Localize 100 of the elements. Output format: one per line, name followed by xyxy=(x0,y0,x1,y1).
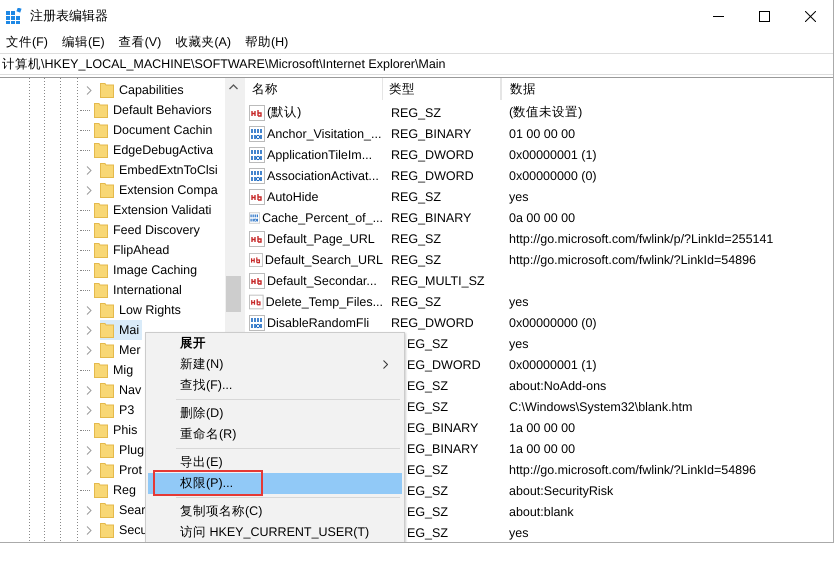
folder-icon xyxy=(100,322,114,338)
value-type: REG_SZ xyxy=(391,106,442,120)
value-name[interactable]: Default_Page_URL xyxy=(267,232,375,246)
value-name[interactable]: Default_Search_URL xyxy=(264,252,383,266)
tree-item[interactable]: Plug xyxy=(100,440,148,460)
tree-item[interactable]: EdgeDebugActiva xyxy=(94,140,216,160)
context-menu-item[interactable]: 导出(E) xyxy=(148,452,402,473)
context-menu-item[interactable]: 访问 HKEY_CURRENT_USER(T) xyxy=(148,522,402,542)
value-type: REG_SZ xyxy=(391,232,442,246)
close-icon xyxy=(804,10,816,22)
tree-item[interactable]: Default Behaviors xyxy=(94,100,215,120)
tree-item[interactable]: P3 xyxy=(100,400,138,420)
folder-icon xyxy=(94,282,108,298)
value-type: EG_BINARY xyxy=(407,442,478,456)
tree-item[interactable]: International xyxy=(94,280,185,300)
menu-item[interactable]: 收藏夹(A) xyxy=(175,34,231,50)
value-name[interactable]: (默认) xyxy=(267,104,302,121)
folder-icon xyxy=(100,302,114,318)
tree-item[interactable]: Extension Validati xyxy=(94,200,214,220)
folder-icon xyxy=(100,82,114,98)
folder-icon xyxy=(94,242,108,258)
value-type: REG_DWORD xyxy=(391,316,474,330)
tree-item[interactable]: Low Rights xyxy=(100,300,184,320)
scroll-thumb[interactable] xyxy=(226,276,241,312)
tree-item[interactable]: Reg xyxy=(94,480,139,500)
context-menu-item[interactable]: 重命名(R) xyxy=(148,424,402,445)
value-type: EG_SZ xyxy=(407,484,448,498)
scroll-up-icon[interactable] xyxy=(229,84,238,90)
tree-item[interactable]: Prot xyxy=(100,460,145,480)
menu-item[interactable]: 查看(V) xyxy=(118,34,162,50)
value-type: EG_SZ xyxy=(407,400,448,414)
folder-icon xyxy=(100,522,114,538)
value-data: about:NoAdd-ons xyxy=(509,378,606,392)
folder-icon xyxy=(94,202,108,218)
binary-value-icon xyxy=(249,126,265,142)
tree-item[interactable]: Image Caching xyxy=(94,260,200,280)
value-type: EG_SZ xyxy=(407,526,448,540)
tree-item[interactable]: Mig xyxy=(94,360,136,380)
value-name[interactable]: AssociationActivat... xyxy=(267,168,379,182)
value-type: EG_SZ xyxy=(407,378,448,392)
registry-icon xyxy=(6,8,22,24)
tree-item[interactable]: EmbedExtnToClsi xyxy=(100,160,221,180)
value-data: 0x00000000 (0) xyxy=(509,316,597,330)
maximize-icon xyxy=(758,10,770,22)
folder-icon xyxy=(94,122,108,138)
tree-item[interactable]: FlipAhead xyxy=(94,240,172,260)
value-name[interactable]: AutoHide xyxy=(267,190,318,204)
context-menu-item[interactable]: 复制项名称(C) xyxy=(148,501,402,522)
value-data: 0x00000001 (1) xyxy=(509,148,597,162)
context-menu-item[interactable]: 删除(D) xyxy=(148,403,402,424)
tree-item[interactable]: Nav xyxy=(100,380,144,400)
value-type: REG_BINARY xyxy=(391,210,472,224)
value-data: 0a 00 00 00 xyxy=(509,210,576,224)
value-name[interactable]: Cache_Percent_of_... xyxy=(262,210,383,224)
value-name[interactable]: Default_Secondar... xyxy=(267,274,377,288)
string-value-icon xyxy=(249,230,265,246)
tree-item[interactable]: Mai xyxy=(100,320,142,340)
folder-icon xyxy=(94,222,108,238)
folder-icon xyxy=(100,382,114,398)
tree-item[interactable]: Sear xyxy=(100,500,148,520)
tree-item[interactable]: Extension Compa xyxy=(100,180,221,200)
value-type: REG_BINARY xyxy=(391,126,472,140)
value-data: 1a 00 00 00 xyxy=(509,442,576,456)
value-data: yes xyxy=(509,190,528,204)
tree-item[interactable]: Phis xyxy=(94,420,140,440)
context-menu-item[interactable]: 新建(N) xyxy=(148,354,402,375)
folder-icon xyxy=(100,342,114,358)
column-header[interactable]: 名称 xyxy=(245,78,383,100)
column-header[interactable]: 数据 xyxy=(501,78,833,100)
value-type: EG_SZ xyxy=(407,462,448,476)
value-type: REG_SZ xyxy=(391,294,442,308)
value-type: REG_DWORD xyxy=(391,148,474,162)
value-name[interactable]: Anchor_Visitation_... xyxy=(267,126,382,140)
tree-item[interactable]: Document Cachin xyxy=(94,120,216,140)
string-value-icon xyxy=(249,294,264,310)
value-name[interactable]: Delete_Temp_Files... xyxy=(266,294,383,308)
folder-icon xyxy=(100,182,114,198)
folder-icon xyxy=(100,442,114,458)
value-data: yes xyxy=(509,336,528,350)
tree-item[interactable]: Feed Discovery xyxy=(94,220,203,240)
context-menu-item[interactable]: 展开 xyxy=(148,333,402,354)
column-header[interactable]: 类型 xyxy=(383,78,501,100)
value-name[interactable]: DisableRandomFli xyxy=(267,316,370,330)
tree-item[interactable]: Mer xyxy=(100,340,144,360)
string-value-icon xyxy=(249,104,265,120)
value-type: EG_DWORD xyxy=(407,358,481,372)
value-type: REG_SZ xyxy=(391,190,442,204)
address-bar[interactable]: 计算机\HKEY_LOCAL_MACHINE\SOFTWARE\Microsoft\Internet Explorer\Main xyxy=(0,53,833,75)
value-type: REG_MULTI_SZ xyxy=(391,274,485,288)
tree-item[interactable]: Capabilities xyxy=(100,80,187,100)
context-menu-item[interactable]: 权限(P)... xyxy=(148,473,402,494)
menu-item[interactable]: 编辑(E) xyxy=(62,34,105,50)
folder-icon xyxy=(100,402,114,418)
context-menu-item[interactable]: 查找(F)... xyxy=(148,375,402,396)
value-data: (数值未设置) xyxy=(509,105,582,119)
value-name[interactable]: ApplicationTileIm... xyxy=(267,148,372,162)
menu-item[interactable]: 文件(F) xyxy=(6,34,48,50)
folder-icon xyxy=(94,142,108,158)
folder-icon xyxy=(100,162,114,178)
menu-item[interactable]: 帮助(H) xyxy=(244,34,288,50)
